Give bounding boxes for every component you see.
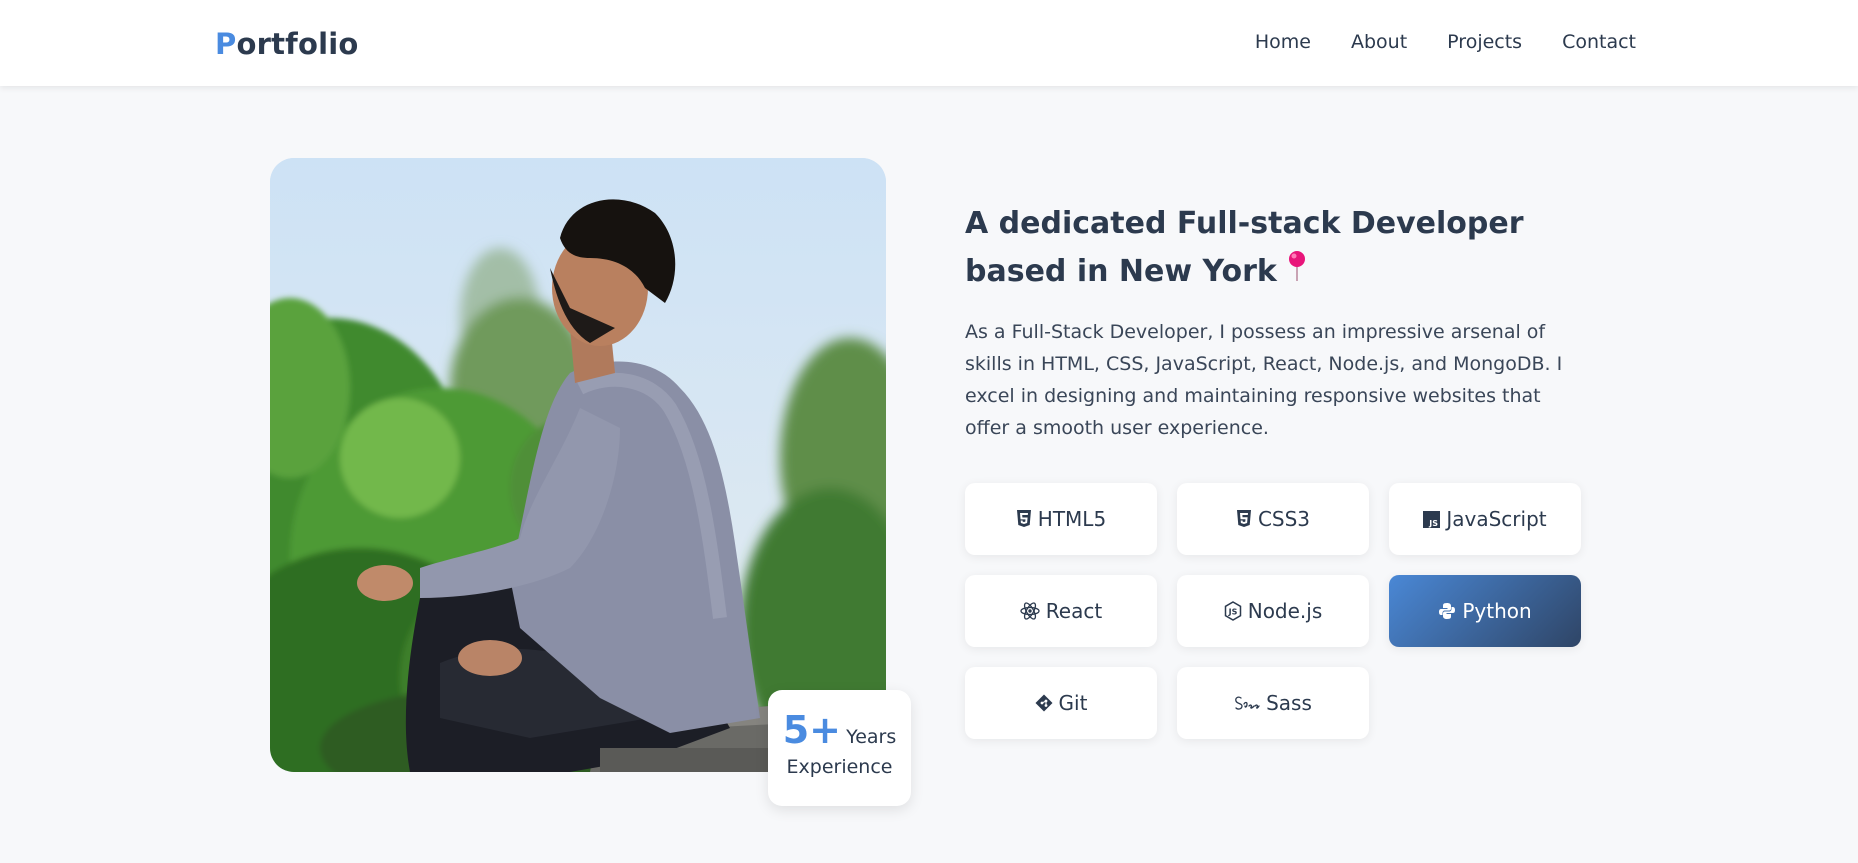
hero-headline: A dedicated Full-stack Developer based i… <box>965 200 1585 297</box>
nav-link-home[interactable]: Home <box>1255 31 1311 53</box>
experience-number: 5+ <box>782 708 842 752</box>
skill-label: HTML5 <box>1037 507 1107 531</box>
skill-python[interactable]: Python <box>1389 575 1581 647</box>
skills-grid: HTML5 CSS3 JS JavaScript React JS Node.j… <box>965 483 1581 739</box>
nav-link-about[interactable]: About <box>1351 31 1407 53</box>
skill-label: Node.js <box>1247 599 1323 623</box>
skill-label: JavaScript <box>1446 507 1547 531</box>
experience-label: Experience <box>786 756 893 778</box>
nav-links: Home About Projects Contact <box>1255 31 1636 53</box>
skill-label: CSS3 <box>1257 507 1311 531</box>
navbar: Portfolio Home About Projects Contact <box>0 0 1858 86</box>
svg-text:JS: JS <box>1227 608 1237 617</box>
skill-sass[interactable]: Sass <box>1177 667 1369 739</box>
nodejs-icon: JS <box>1224 601 1242 621</box>
skill-label: React <box>1045 599 1103 623</box>
sass-icon <box>1234 694 1260 712</box>
skill-html5[interactable]: HTML5 <box>965 483 1157 555</box>
skill-label: Git <box>1058 691 1088 715</box>
experience-card: 5+ Years Experience <box>768 690 911 806</box>
javascript-icon: JS <box>1423 510 1441 528</box>
hero-headline-text: A dedicated Full-stack Developer based i… <box>965 206 1524 289</box>
profile-photo <box>270 158 886 772</box>
profile-photo-illustration <box>270 158 886 772</box>
logo-rest: ortfolio <box>236 27 359 61</box>
nav-link-contact[interactable]: Contact <box>1562 31 1636 53</box>
skill-nodejs[interactable]: JS Node.js <box>1177 575 1369 647</box>
css3-icon <box>1236 510 1252 528</box>
svg-text:JS: JS <box>1429 519 1439 528</box>
logo[interactable]: Portfolio <box>215 27 359 61</box>
hero-description: As a Full-Stack Developer, I possess an … <box>965 321 1563 439</box>
skill-javascript[interactable]: JS JavaScript <box>1389 483 1581 555</box>
skill-label: Sass <box>1266 691 1312 715</box>
logo-first-letter: P <box>215 27 237 61</box>
nav-link-projects[interactable]: Projects <box>1447 31 1522 53</box>
experience-unit: Years <box>846 726 897 748</box>
pushpin-icon <box>1287 249 1307 297</box>
react-icon <box>1020 602 1040 620</box>
skill-label: Python <box>1462 599 1532 623</box>
skill-git[interactable]: Git <box>965 667 1157 739</box>
skill-react[interactable]: React <box>965 575 1157 647</box>
python-icon <box>1438 602 1456 620</box>
html5-icon <box>1016 510 1032 528</box>
skill-css3[interactable]: CSS3 <box>1177 483 1369 555</box>
git-icon <box>1035 694 1053 712</box>
